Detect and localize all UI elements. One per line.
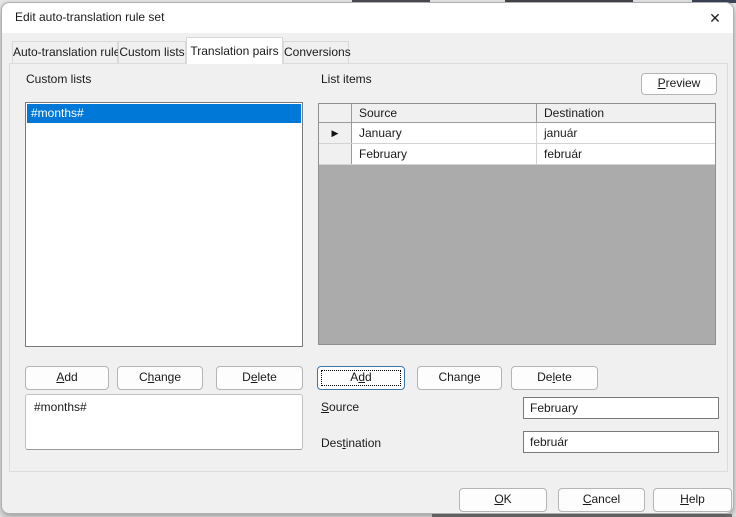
grid-header-row: Source Destination xyxy=(319,104,715,123)
custom-list-delete-button[interactable]: Delete xyxy=(216,366,303,390)
destination-label: Destination xyxy=(321,436,381,450)
cell-source[interactable]: February xyxy=(352,144,537,164)
tab-conversions[interactable]: Conversions xyxy=(283,41,349,63)
list-item-change-button[interactable]: Change xyxy=(417,366,502,390)
current-row-marker-icon: ▶ xyxy=(319,123,352,143)
tab-custom-lists[interactable]: Custom lists xyxy=(118,41,186,63)
grid-header-selector xyxy=(319,104,352,122)
table-row[interactable]: February február xyxy=(319,144,715,165)
title-bar: Edit auto-translation rule set ✕ xyxy=(2,3,733,33)
tab-translation-pairs[interactable]: Translation pairs xyxy=(186,37,283,64)
list-item-delete-button[interactable]: Delete xyxy=(511,366,598,390)
custom-list-change-button[interactable]: Change xyxy=(117,366,203,390)
table-row[interactable]: ▶ January január xyxy=(319,123,715,144)
tab-auto-translation-rules[interactable]: Auto-translation rules xyxy=(12,41,118,63)
grid-header-source[interactable]: Source xyxy=(352,104,537,122)
dialog-title: Edit auto-translation rule set xyxy=(15,10,164,24)
custom-list-name-input[interactable]: #months# xyxy=(25,394,303,450)
grid-header-destination[interactable]: Destination xyxy=(537,104,715,122)
custom-list-add-button[interactable]: Add xyxy=(25,366,109,390)
row-selector-cell xyxy=(319,144,352,164)
help-button[interactable]: Help xyxy=(653,488,732,512)
list-item-add-button[interactable]: Add xyxy=(317,366,405,390)
source-label: Source xyxy=(321,400,359,414)
cancel-button[interactable]: Cancel xyxy=(558,488,645,512)
ok-button[interactable]: OK xyxy=(459,488,547,512)
list-item[interactable]: #months# xyxy=(27,104,301,123)
source-input[interactable]: February xyxy=(523,397,719,419)
close-icon[interactable]: ✕ xyxy=(701,7,729,29)
edit-auto-translation-rule-set-dialog: Edit auto-translation rule set ✕ Auto-tr… xyxy=(1,2,734,514)
cell-destination[interactable]: február xyxy=(537,144,715,164)
list-items-label: List items xyxy=(321,72,372,86)
preview-button[interactable]: Preview xyxy=(641,73,717,95)
destination-input[interactable]: február xyxy=(523,431,719,453)
cell-source[interactable]: January xyxy=(352,123,537,143)
cell-destination[interactable]: január xyxy=(537,123,715,143)
custom-lists-listbox[interactable]: #months# xyxy=(25,102,303,347)
list-items-grid[interactable]: Source Destination ▶ January január Febr… xyxy=(318,103,716,345)
custom-lists-label: Custom lists xyxy=(26,72,91,86)
